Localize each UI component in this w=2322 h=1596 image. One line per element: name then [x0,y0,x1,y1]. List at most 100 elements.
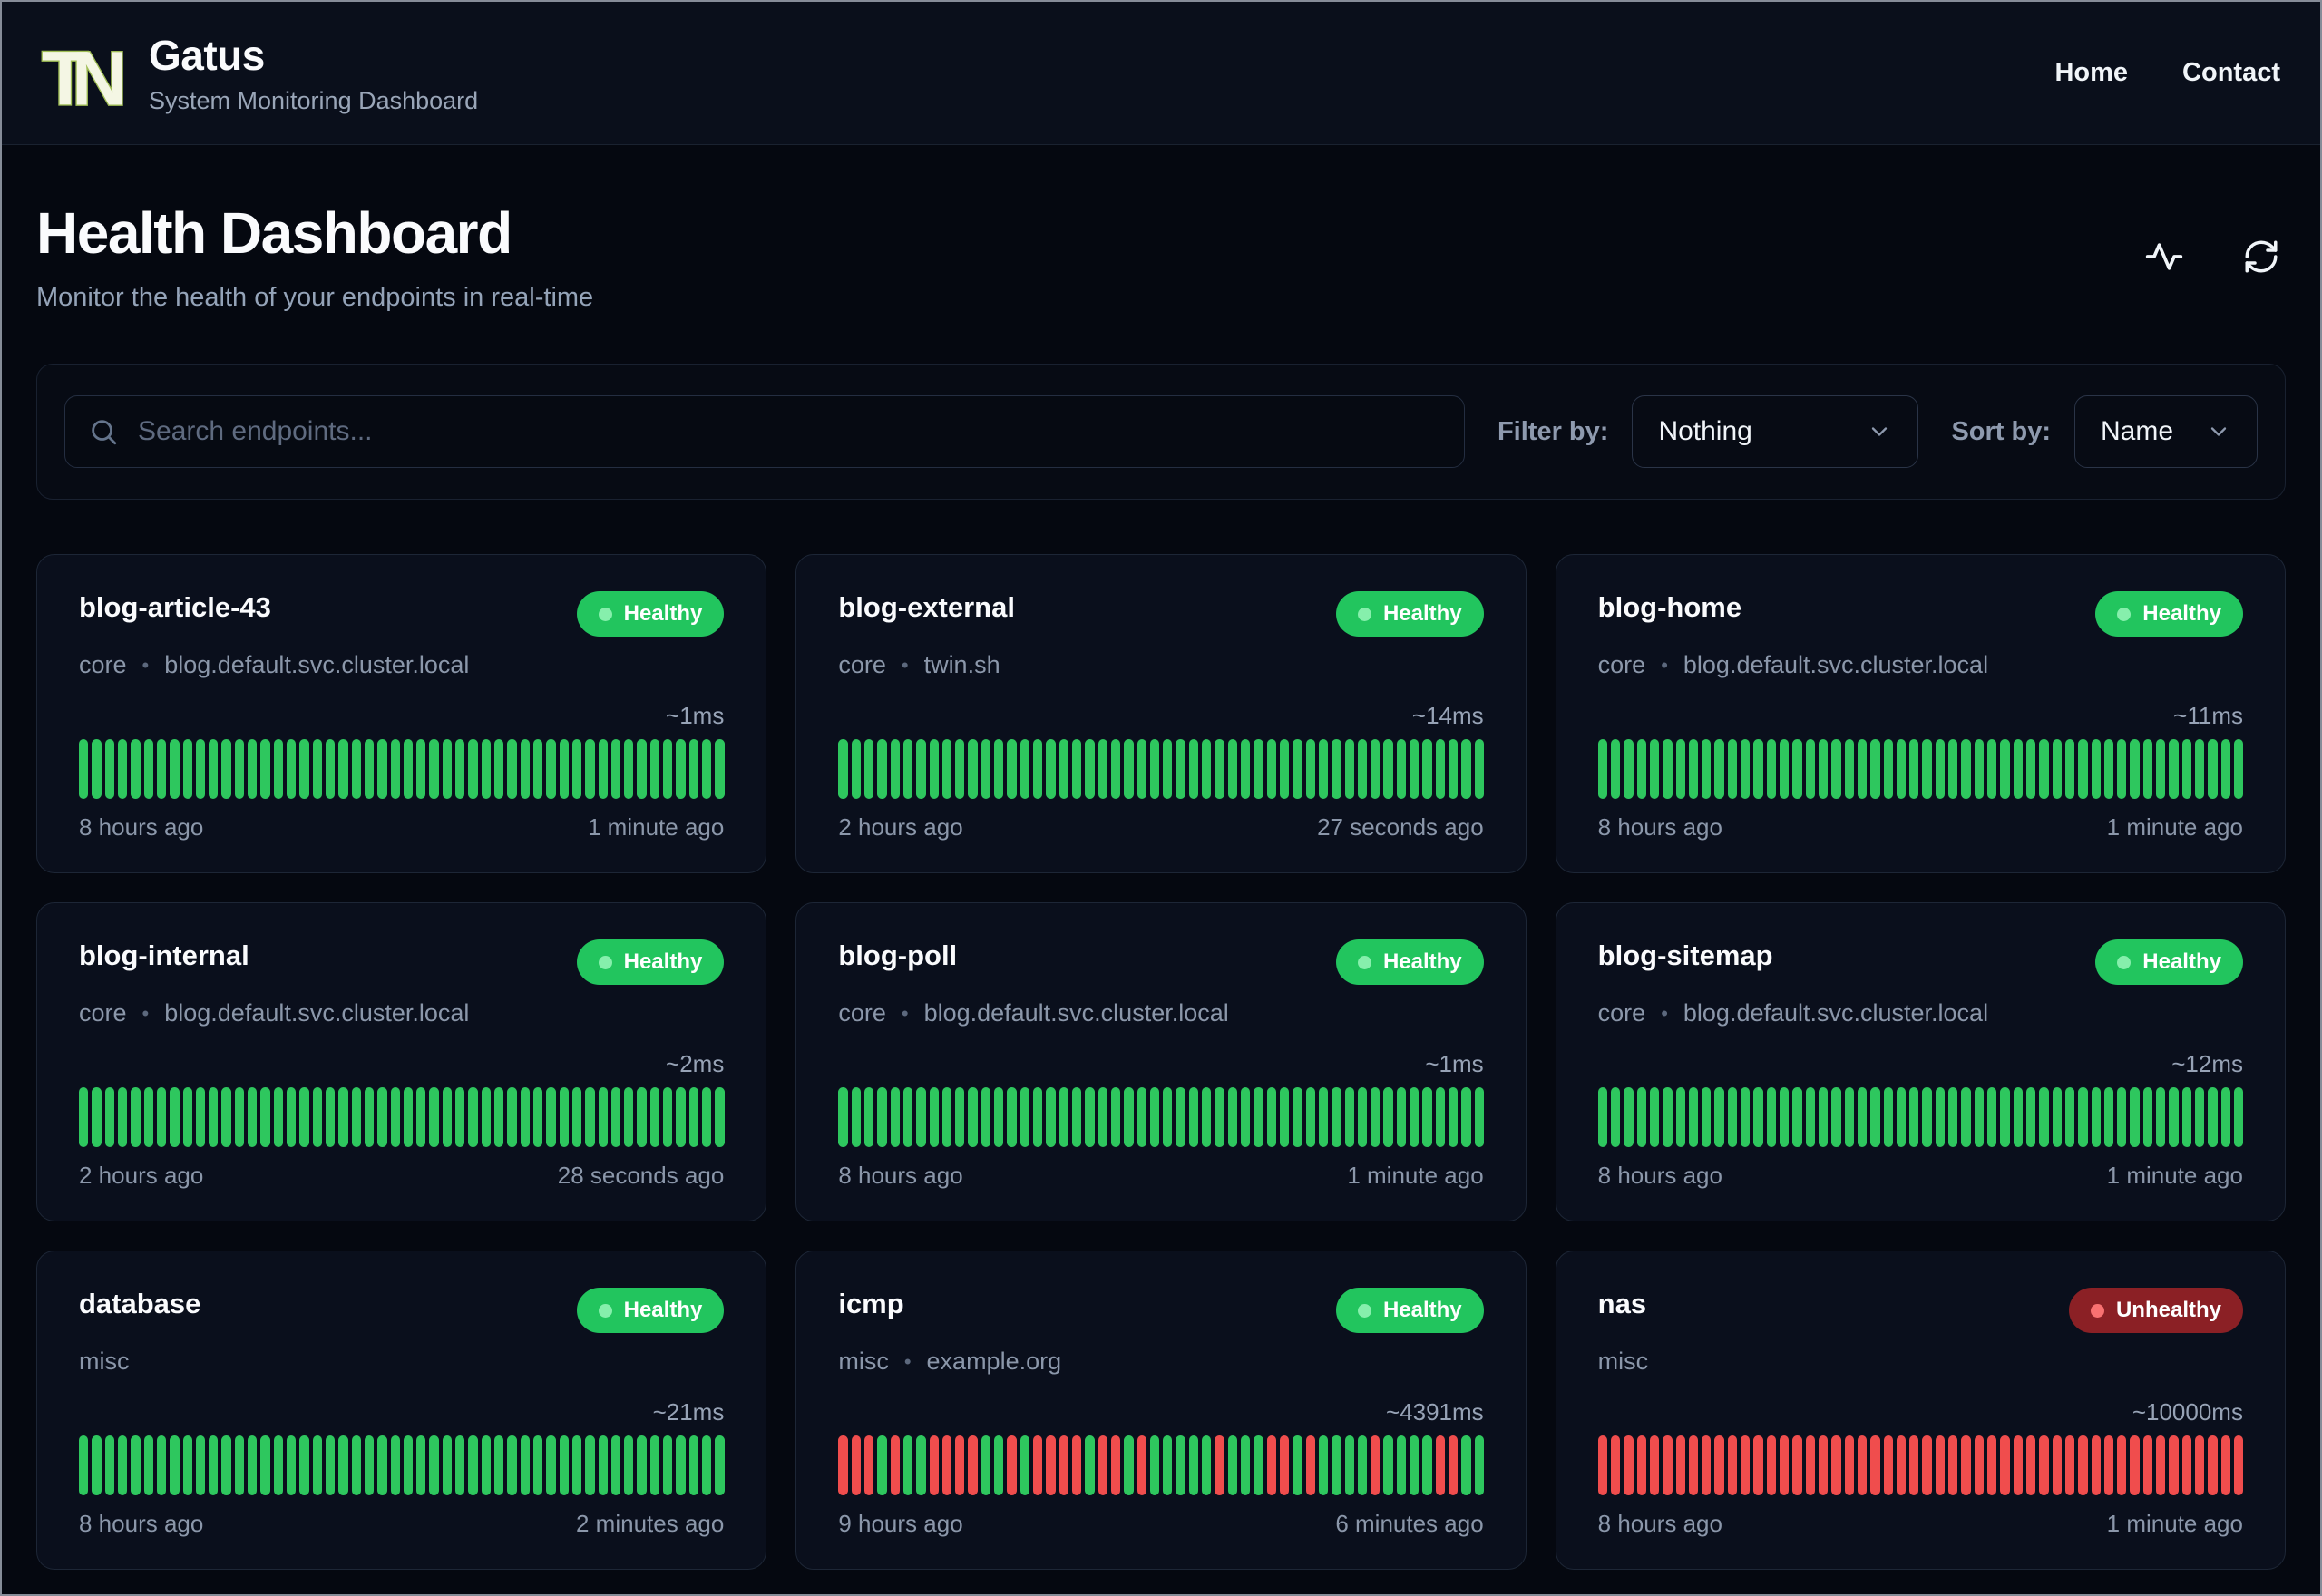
status-bar[interactable] [1461,1087,1471,1147]
status-bar[interactable] [1241,1087,1251,1147]
status-bar[interactable] [2142,1087,2153,1147]
status-bar[interactable] [455,739,465,799]
status-bar[interactable] [364,1087,375,1147]
status-bar[interactable] [117,1435,128,1495]
status-bar[interactable] [1610,739,1621,799]
status-bar[interactable] [403,1087,414,1147]
status-bar[interactable] [1844,1087,1854,1147]
status-bar[interactable] [248,1087,258,1147]
status-bar[interactable] [273,739,283,799]
status-bar[interactable] [2078,1087,2088,1147]
status-bar[interactable] [715,1435,725,1495]
status-bar[interactable] [2208,739,2218,799]
status-bar[interactable] [299,1435,309,1495]
status-bar[interactable] [994,1087,1004,1147]
status-bar[interactable] [955,1435,965,1495]
status-bar[interactable] [1357,1435,1368,1495]
status-bar[interactable] [1857,1435,1868,1495]
status-bar[interactable] [1636,1087,1646,1147]
status-bar[interactable] [143,1087,153,1147]
status-bar[interactable] [2169,1435,2179,1495]
status-bar[interactable] [1071,1435,1082,1495]
status-bar[interactable] [2195,739,2205,799]
status-bar[interactable] [2233,1087,2244,1147]
status-bar[interactable] [532,1435,543,1495]
status-bar[interactable] [1110,739,1121,799]
status-bar[interactable] [287,739,297,799]
status-bar[interactable] [2142,1435,2153,1495]
status-bar[interactable] [442,1087,453,1147]
status-bar[interactable] [1383,1435,1393,1495]
status-bar[interactable] [520,1435,530,1495]
status-bar[interactable] [117,739,128,799]
status-bar[interactable] [1805,1435,1815,1495]
status-bar[interactable] [494,1435,504,1495]
status-bar[interactable] [1396,739,1407,799]
status-bar[interactable] [351,739,361,799]
status-bar[interactable] [559,1087,569,1147]
status-bar[interactable] [182,1435,192,1495]
status-bar[interactable] [507,739,517,799]
status-bar[interactable] [170,1435,180,1495]
status-bar[interactable] [2025,1435,2036,1495]
status-bar[interactable] [287,1435,297,1495]
status-bar[interactable] [1279,739,1290,799]
status-bar[interactable] [1675,1435,1685,1495]
status-bar[interactable] [2117,739,2127,799]
status-bar[interactable] [1636,739,1646,799]
status-bar[interactable] [455,1435,465,1495]
status-bar[interactable] [2208,1087,2218,1147]
status-bar[interactable] [2039,1087,2049,1147]
status-bar[interactable] [1857,739,1868,799]
status-bar[interactable] [1649,739,1660,799]
status-bar[interactable] [1792,1087,1802,1147]
filter-select[interactable]: Nothing [1632,395,1919,468]
status-bar[interactable] [571,1435,582,1495]
status-bar[interactable] [585,739,595,799]
status-bar[interactable] [1305,1435,1315,1495]
status-bar[interactable] [1149,1435,1160,1495]
status-bar[interactable] [1948,1435,1958,1495]
status-bar[interactable] [195,739,206,799]
status-bar[interactable] [248,1435,258,1495]
status-bar[interactable] [1344,739,1354,799]
status-bar[interactable] [481,739,491,799]
status-bar[interactable] [1215,1435,1224,1495]
status-bar[interactable] [2025,1087,2036,1147]
status-bar[interactable] [532,739,543,799]
status-bar[interactable] [2220,1087,2230,1147]
status-bar[interactable] [1098,1435,1107,1495]
status-bar[interactable] [1649,1435,1660,1495]
status-bar[interactable] [1085,1087,1095,1147]
status-bar[interactable] [325,1087,336,1147]
status-bar[interactable] [663,1087,673,1147]
status-bar[interactable] [1396,1435,1407,1495]
status-bar[interactable] [1332,739,1341,799]
status-bar[interactable] [1857,1087,1868,1147]
status-bar[interactable] [209,739,219,799]
status-bar[interactable] [649,1435,660,1495]
status-bar[interactable] [624,1435,634,1495]
status-bar[interactable] [1753,1087,1763,1147]
status-bar[interactable] [1727,1087,1738,1147]
status-bar[interactable] [1870,1435,1880,1495]
status-bar[interactable] [156,739,167,799]
status-bar[interactable] [955,739,965,799]
status-bar[interactable] [221,739,231,799]
status-bar[interactable] [2220,1435,2230,1495]
status-bar[interactable] [851,1435,861,1495]
status-bar[interactable] [104,739,114,799]
status-bar[interactable] [1163,1435,1173,1495]
endpoint-card[interactable]: blog-external Healthy core • twin.sh ~14ms 2 h… [795,554,1527,873]
status-bar[interactable] [1636,1435,1646,1495]
status-bar[interactable] [1766,1435,1777,1495]
status-bar[interactable] [1332,1087,1341,1147]
status-bar[interactable] [429,739,439,799]
status-bar[interactable] [273,1087,283,1147]
status-bar[interactable] [637,739,647,799]
status-bar[interactable] [2091,1435,2101,1495]
status-bar[interactable] [2052,739,2062,799]
status-bar[interactable] [1727,739,1738,799]
status-bar[interactable] [1227,739,1238,799]
status-bar[interactable] [468,1087,478,1147]
